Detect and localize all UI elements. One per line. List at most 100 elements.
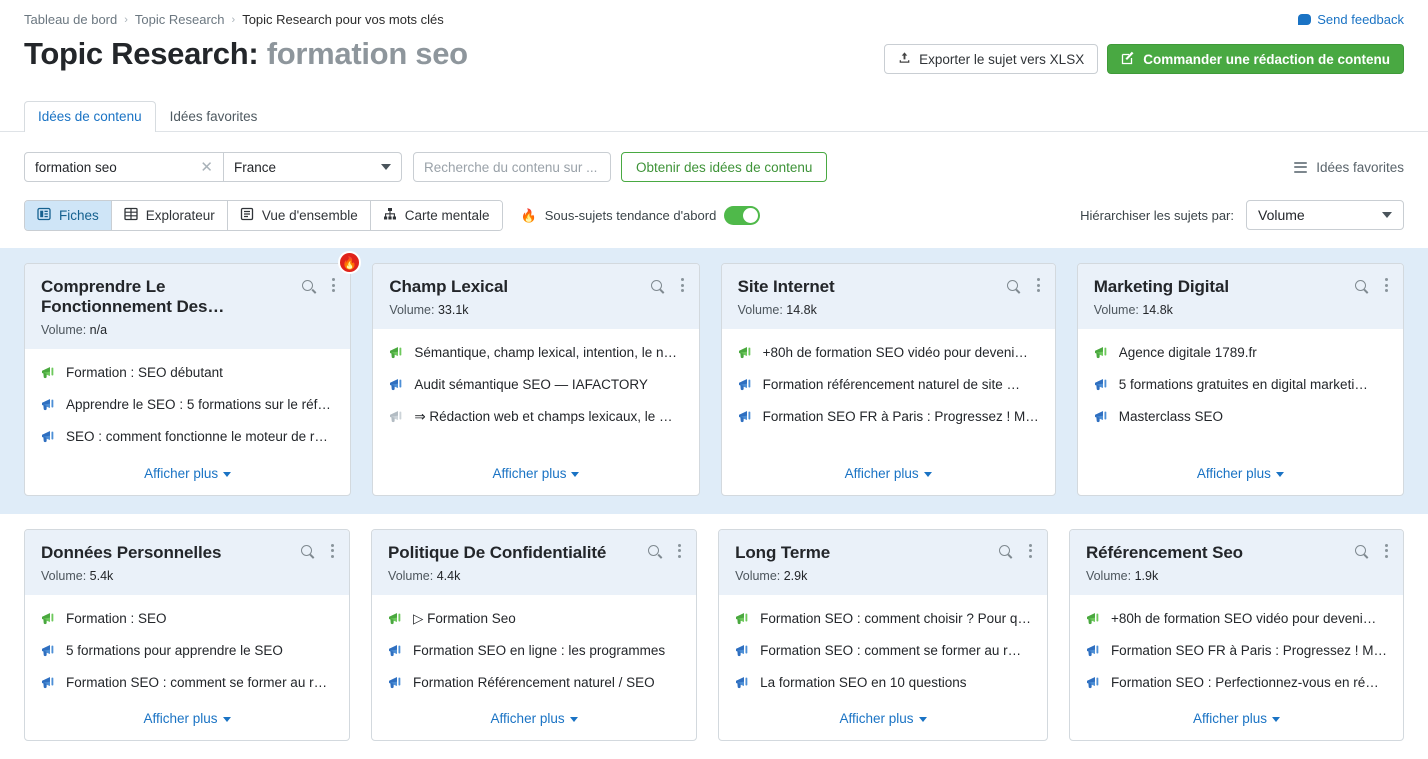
send-feedback-link[interactable]: Send feedback — [1298, 12, 1404, 27]
topic-card-item[interactable]: ⇒ Rédaction web et champs lexicaux, le … — [389, 409, 682, 427]
magnifier-icon[interactable] — [1006, 279, 1018, 291]
topic-card-item[interactable]: Formation SEO : comment se former au r… — [41, 675, 333, 693]
topic-card-header: Champ Lexical Volume: 33.1k — [373, 264, 699, 330]
close-icon[interactable]: ✕ — [198, 158, 215, 176]
kebab-menu-icon[interactable] — [1035, 276, 1042, 294]
topic-card-item[interactable]: +80h de formation SEO vidéo pour deveni… — [1086, 611, 1387, 629]
view-mode-label: Vue d'ensemble — [261, 208, 358, 223]
keyword-input[interactable]: formation seo ✕ — [24, 152, 224, 182]
kebab-menu-icon[interactable] — [676, 542, 683, 560]
topic-card-item[interactable]: Agence digitale 1789.fr — [1094, 345, 1387, 363]
kebab-menu-icon[interactable] — [1383, 542, 1390, 560]
content-search-input[interactable]: Recherche du contenu sur ... — [413, 152, 611, 182]
topic-card-item[interactable]: Formation SEO FR à Paris : Progressez ! … — [1086, 643, 1387, 661]
show-more-label: Afficher plus — [1196, 465, 1271, 481]
show-more-button[interactable]: Afficher plus — [719, 707, 1047, 740]
view-mode-fiches[interactable]: Fiches — [25, 201, 112, 230]
get-content-ideas-button[interactable]: Obtenir des idées de contenu — [621, 152, 828, 182]
topic-card-item[interactable]: 5 formations pour apprendre le SEO — [41, 643, 333, 661]
show-more-button[interactable]: Afficher plus — [25, 707, 349, 740]
magnifier-icon[interactable] — [648, 545, 660, 557]
chevron-down-icon — [918, 717, 927, 723]
kebab-menu-icon[interactable] — [329, 542, 336, 560]
show-more-button[interactable]: Afficher plus — [1078, 462, 1403, 495]
magnifier-icon[interactable] — [998, 545, 1010, 557]
topic-card-item[interactable]: SEO : comment fonctionne le moteur de r… — [41, 429, 334, 447]
topic-card-item[interactable]: Formation référencement naturel de site … — [738, 377, 1039, 395]
topic-card-item[interactable]: Formation SEO : comment choisir ? Pour q… — [735, 611, 1031, 629]
topic-card-title: Données Personnelles — [41, 542, 222, 562]
topic-card-item[interactable]: Formation : SEO — [41, 611, 333, 629]
topic-card-item[interactable]: 5 formations gratuites en digital market… — [1094, 377, 1387, 395]
breadcrumb-item[interactable]: Topic Research — [135, 12, 225, 27]
topic-card-item[interactable]: Audit sémantique SEO — IAFACTORY — [389, 377, 682, 395]
magnifier-icon[interactable] — [1355, 279, 1367, 291]
export-xlsx-button[interactable]: Exporter le sujet vers XLSX — [884, 44, 1099, 74]
magnifier-icon[interactable] — [302, 279, 314, 291]
topic-card[interactable]: 🔥 Comprendre Le Fonctionnement Des… Volume… — [24, 251, 362, 496]
topic-card[interactable]: Long Terme Volume: 2.9k Formation SEO : co… — [718, 528, 1048, 742]
topic-card-item[interactable]: ▷ Formation Seo — [388, 611, 680, 629]
tab-id-es-de-contenu[interactable]: Idées de contenu — [24, 101, 156, 132]
topic-card-item[interactable]: Formation : SEO débutant — [41, 365, 334, 383]
chevron-down-icon — [1382, 212, 1392, 218]
show-more-button[interactable]: Afficher plus — [373, 462, 698, 495]
topic-card-volume-value: 5.4k — [89, 568, 114, 583]
breadcrumb-item[interactable]: Tableau de bord — [24, 12, 117, 27]
topic-card-title: Champ Lexical — [389, 277, 509, 296]
topic-card[interactable]: Marketing Digital Volume: 14.8k Agence dig… — [1076, 263, 1405, 496]
topic-card-header: Données Personnelles Volume: 5.4k — [25, 529, 350, 595]
view-mode-vue-d-ensemble[interactable]: Vue d'ensemble — [227, 201, 371, 230]
magnifier-icon[interactable] — [650, 279, 662, 291]
topic-card-item[interactable]: Masterclass SEO — [1094, 409, 1387, 427]
megaphone-blue-icon — [1094, 410, 1109, 427]
chevron-down-icon — [223, 471, 232, 477]
topic-card-item[interactable]: Formation SEO : Perfectionnez-vous en ré… — [1086, 675, 1387, 693]
show-more-button[interactable]: Afficher plus — [25, 462, 350, 495]
magnifier-icon[interactable] — [1355, 545, 1367, 557]
topic-card-item[interactable]: Formation SEO : comment se former au r… — [735, 643, 1031, 661]
favorite-ideas-link[interactable]: Idées favorites — [1294, 152, 1404, 182]
kebab-menu-icon[interactable] — [330, 276, 337, 294]
chevron-down-icon — [569, 717, 578, 723]
megaphone-blue-icon — [1086, 644, 1101, 661]
country-select[interactable]: France — [224, 152, 402, 182]
order-content-button[interactable]: Commander une rédaction de contenu — [1107, 44, 1404, 74]
topic-card-item[interactable]: Apprendre le SEO : 5 formations sur le r… — [41, 397, 334, 415]
tab-id-es-favorites[interactable]: Idées favorites — [156, 101, 272, 132]
topic-card-item[interactable]: La formation SEO en 10 questions — [735, 675, 1031, 693]
topic-card[interactable]: Données Personnelles Volume: 5.4k Formatio… — [24, 528, 351, 742]
view-mode-carte-mentale[interactable]: Carte mentale — [370, 201, 502, 230]
topic-card[interactable]: Politique De Confidentialité Volume: 4.4k… — [371, 528, 698, 742]
megaphone-blue-icon — [738, 410, 753, 427]
magnifier-icon[interactable] — [301, 545, 313, 557]
view-mode-label: Explorateur — [145, 208, 215, 223]
topic-card-item[interactable]: +80h de formation SEO vidéo pour deveni… — [738, 345, 1039, 363]
chevron-down-icon — [923, 471, 932, 477]
view-mode-explorateur[interactable]: Explorateur — [111, 201, 228, 230]
show-more-button[interactable]: Afficher plus — [1070, 707, 1403, 740]
kebab-menu-icon[interactable] — [679, 276, 686, 294]
topic-card-title: Référencement Seo — [1085, 542, 1243, 562]
show-more-label: Afficher plus — [839, 711, 914, 727]
topic-card[interactable]: Champ Lexical Volume: 33.1k Sémantique, ch… — [372, 263, 700, 496]
order-content-label: Commander une rédaction de contenu — [1143, 51, 1390, 67]
topic-card-volume: Volume: 14.8k — [1093, 303, 1173, 318]
topic-card-item[interactable]: Formation Référencement naturel / SEO — [388, 675, 680, 693]
kebab-menu-icon[interactable] — [1027, 542, 1034, 560]
speech-bubble-icon — [1298, 14, 1312, 25]
topic-card[interactable]: Site Internet Volume: 14.8k +80h de format… — [720, 263, 1056, 496]
topic-card-item[interactable]: Sémantique, champ lexical, intention, le… — [389, 345, 682, 363]
topic-card[interactable]: Référencement Seo Volume: 1.9k +80h de for… — [1068, 528, 1405, 742]
kebab-menu-icon[interactable] — [1383, 276, 1390, 294]
trending-subtopics-toggle[interactable] — [724, 206, 761, 225]
send-feedback-label: Send feedback — [1317, 12, 1404, 27]
show-more-button[interactable]: Afficher plus — [722, 462, 1055, 495]
megaphone-blue-icon — [735, 644, 750, 661]
search-controls: formation seo ✕ France Recherche du cont… — [24, 152, 828, 182]
rank-topics-select[interactable]: Volume — [1246, 200, 1404, 230]
topic-card-item[interactable]: Formation SEO en ligne : les programmes — [388, 643, 680, 661]
topic-card-item[interactable]: Formation SEO FR à Paris : Progressez ! … — [738, 409, 1039, 427]
topic-card-volume: Volume: 4.4k — [388, 568, 461, 583]
show-more-button[interactable]: Afficher plus — [372, 707, 696, 740]
